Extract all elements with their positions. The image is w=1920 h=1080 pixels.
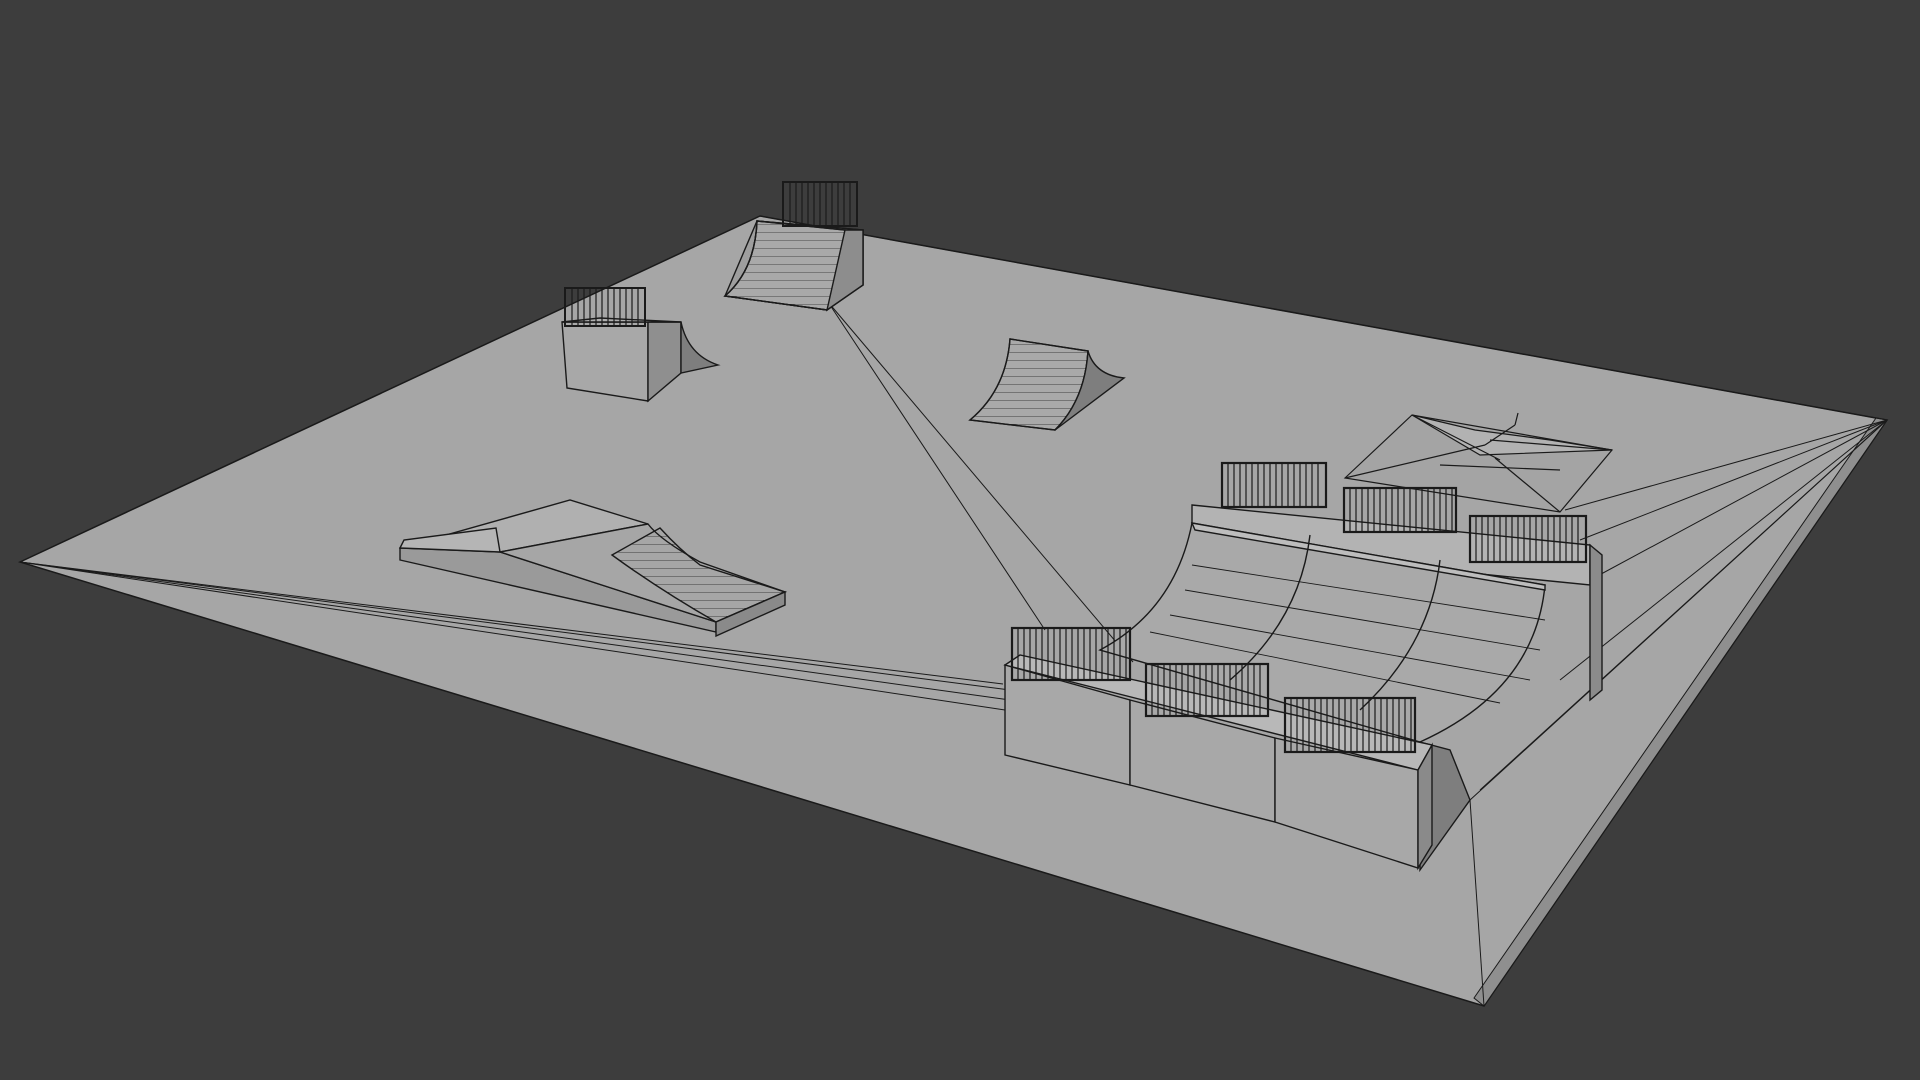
ground-plane[interactable] xyxy=(17,215,1889,1007)
skatepark-scene[interactable] xyxy=(0,0,1920,1080)
3d-viewport[interactable] xyxy=(0,0,1920,1080)
railing xyxy=(782,181,858,227)
quarter-pipe-back[interactable] xyxy=(723,181,864,312)
